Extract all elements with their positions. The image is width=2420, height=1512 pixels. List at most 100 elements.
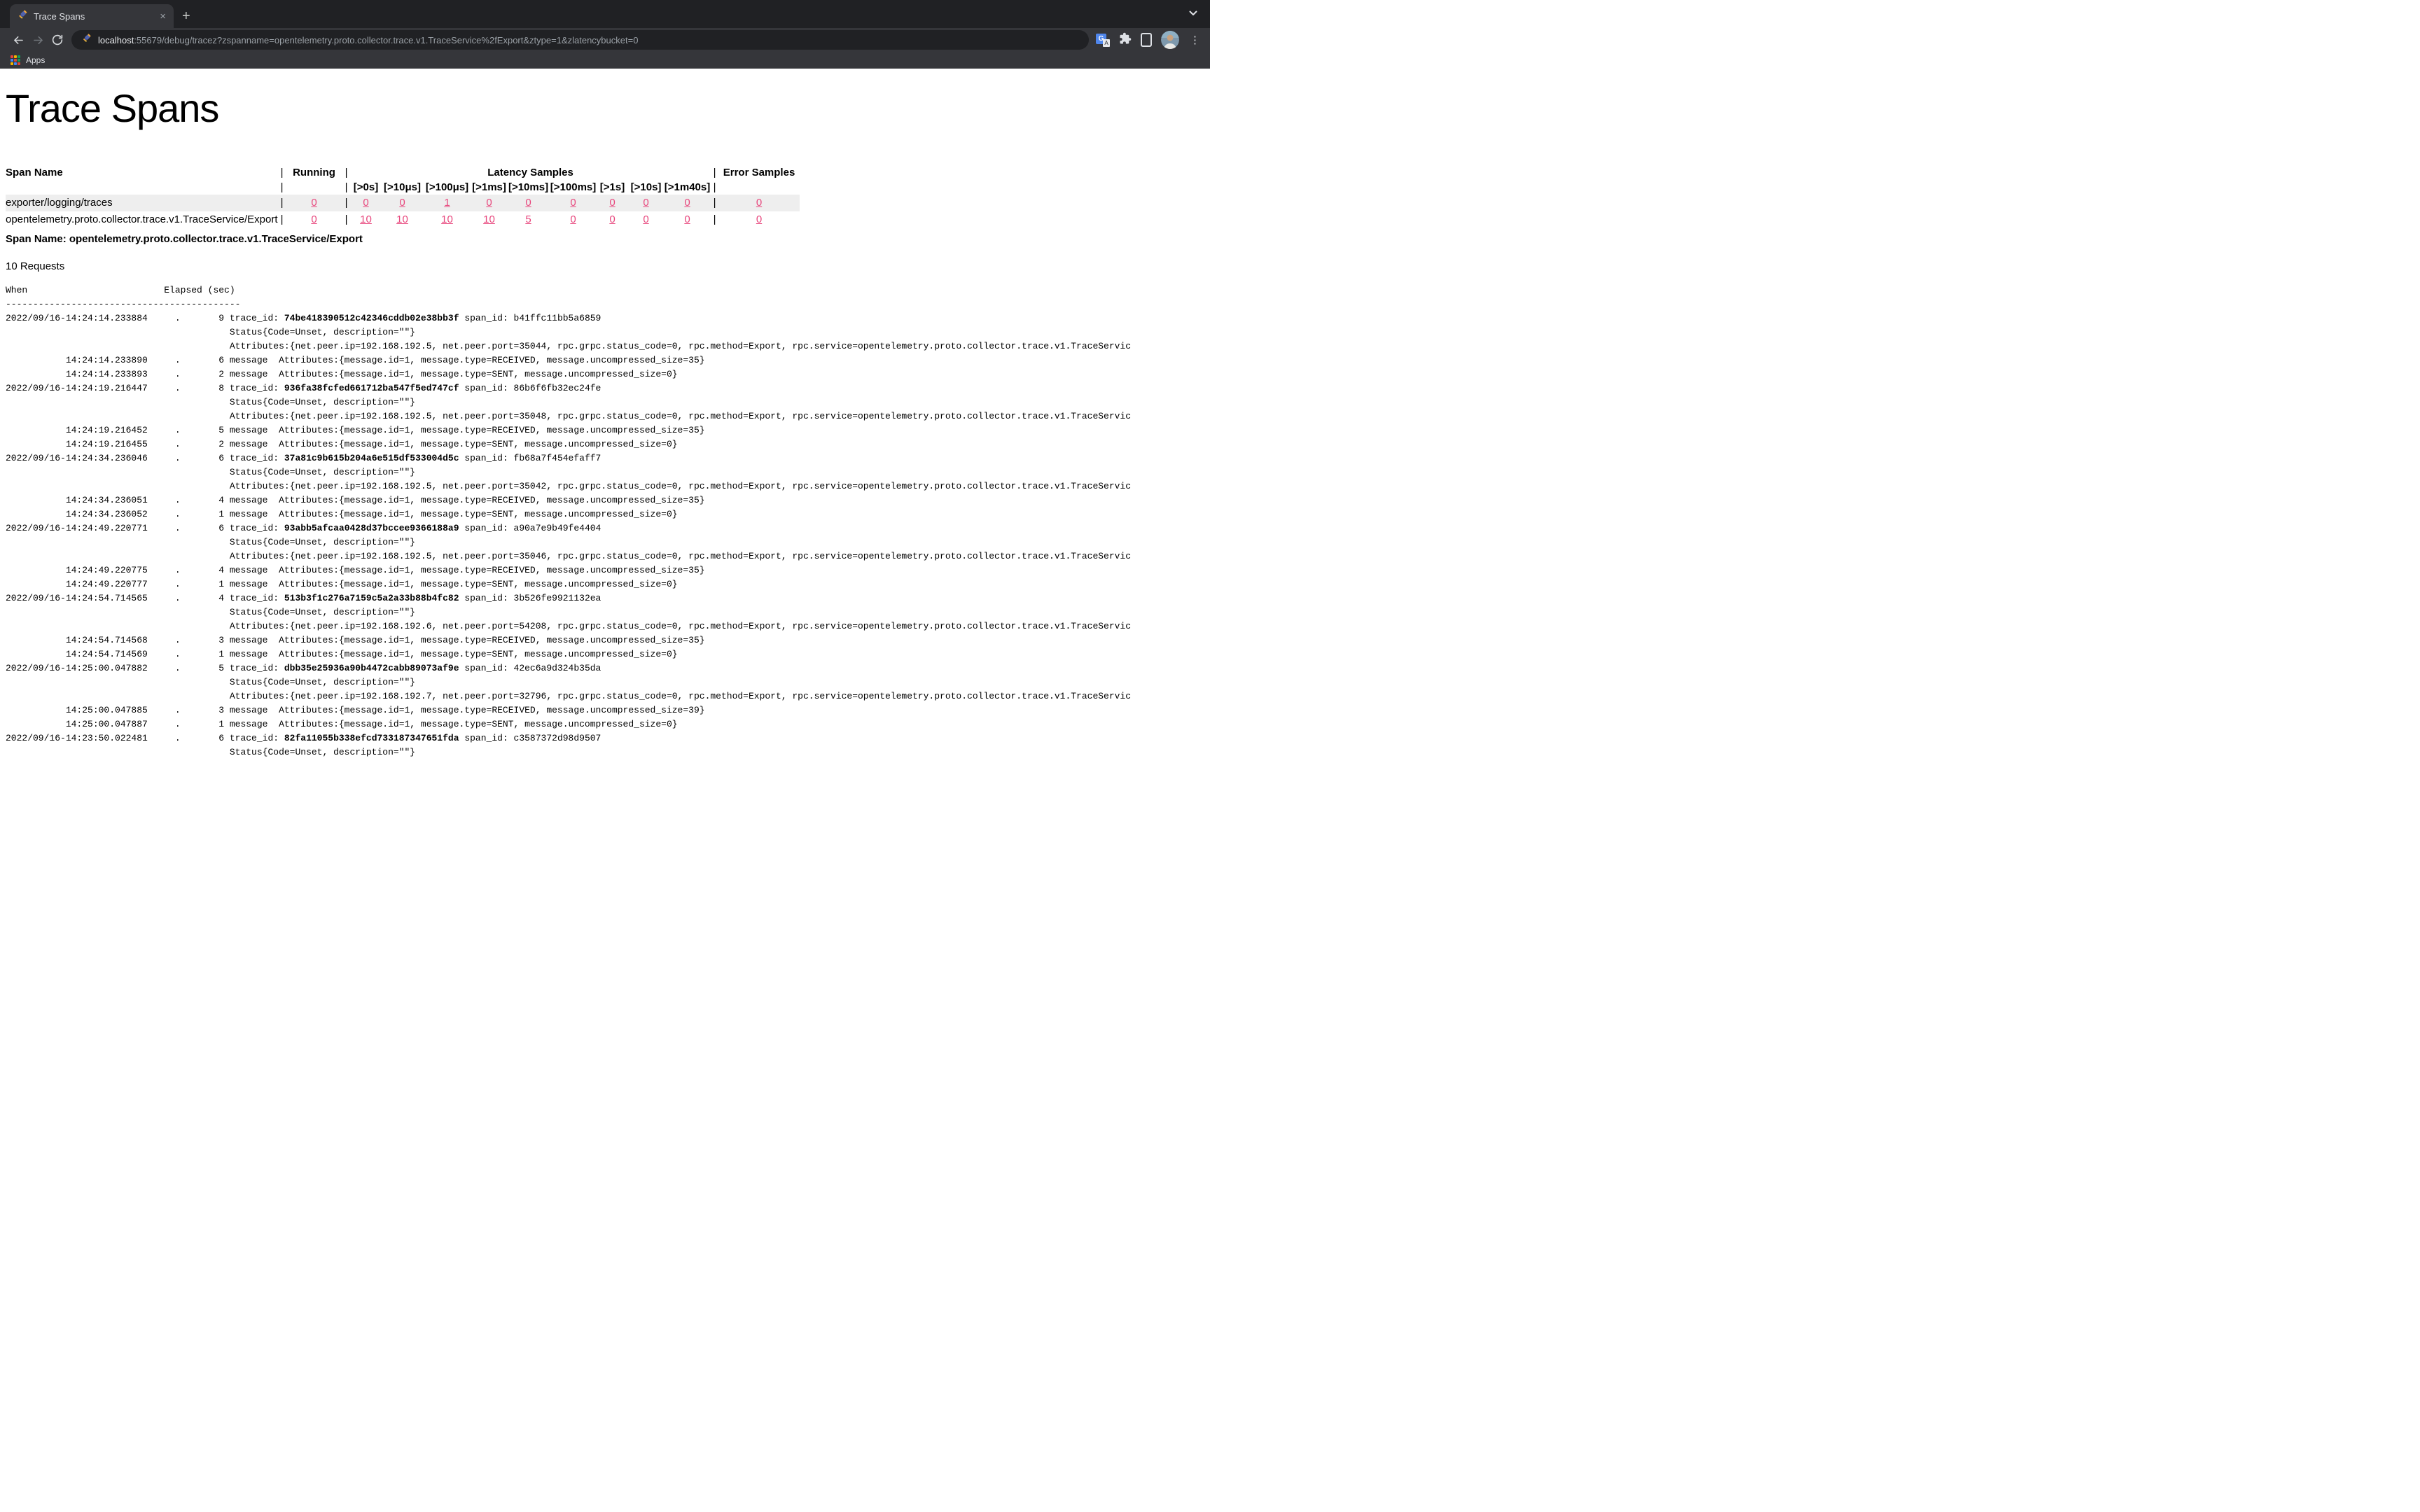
col-span-name: Span Name [6,165,278,181]
sample-count-cell: 0 [597,211,628,228]
tracez-page: Trace Spans Span Name|Running|Latency Sa… [0,87,1210,760]
sample-count-cell: 10 [471,211,508,228]
span-name-cell: opentelemetry.proto.collector.trace.v1.T… [6,211,278,228]
request-count: 10 Requests [6,260,1210,272]
column-divider: | [342,165,351,181]
column-divider: | [342,211,351,228]
sample-count-cell: 0 [508,195,550,211]
span-row: opentelemetry.proto.collector.trace.v1.T… [6,211,800,228]
col-running: Running [286,165,342,181]
new-tab-button[interactable]: + [182,9,190,23]
span-row: exporter/logging/traces|0|001000000|0 [6,195,800,211]
sample-count-cell: 0 [351,195,382,211]
sample-count-link[interactable]: 0 [363,197,368,209]
table-header-row: Span Name|Running|Latency Samples|Error … [6,165,800,181]
selected-span-name: Span Name: opentelemetry.proto.collector… [6,233,1210,245]
sample-count-link[interactable]: 0 [643,214,648,225]
sample-count-link[interactable]: 10 [396,214,408,225]
sample-count-link[interactable]: 10 [483,214,495,225]
profile-avatar[interactable] [1161,31,1179,49]
sample-count-cell: 0 [471,195,508,211]
sample-count-cell: 0 [550,211,597,228]
sample-count-link[interactable]: 0 [311,214,317,225]
sample-count-link[interactable]: 10 [441,214,453,225]
toolbar-actions: G A ⋮ [1096,31,1202,49]
col-error-samples: Error Samples [719,165,800,181]
translate-a-glyph: A [1103,39,1110,47]
extensions-puzzle-icon[interactable] [1119,32,1132,48]
trace-id-value: 37a81c9b615b204a6e515df533004d5c [284,453,459,463]
column-divider: | [711,195,719,211]
sample-count-cell: 0 [382,195,424,211]
translate-extension-icon[interactable]: G A [1096,33,1110,47]
sample-count-cell: 1 [424,195,471,211]
sample-count-link[interactable]: 5 [525,214,531,225]
reload-button[interactable] [48,30,67,50]
sample-count-link[interactable]: 1 [444,197,450,209]
tab-search-chevron-icon[interactable] [1189,7,1197,20]
sample-count-cell: 10 [382,211,424,228]
side-panel-icon[interactable] [1141,33,1152,47]
bookmarks-bar: Apps [0,52,1210,69]
column-divider: | [278,165,286,181]
latency-bucket-label: [>100μs] [424,181,471,195]
col-latency-samples: Latency Samples [351,165,711,181]
sample-count-cell: 0 [719,211,800,228]
column-divider: | [711,165,719,181]
sample-count-link[interactable]: 0 [684,214,690,225]
back-button[interactable] [8,30,28,50]
sample-count-link[interactable]: 0 [486,197,492,209]
column-divider: | [278,195,286,211]
sample-count-cell: 0 [665,195,711,211]
browser-menu-icon[interactable]: ⋮ [1188,35,1202,46]
address-bar[interactable]: localhost:55679/debug/tracez?zspanname=o… [71,30,1089,50]
tab-strip: Trace Spans × + [0,0,1210,28]
browser-toolbar: localhost:55679/debug/tracez?zspanname=o… [0,28,1210,52]
sample-count-cell: 0 [628,211,665,228]
tab-title: Trace Spans [34,11,158,22]
column-divider: | [278,181,286,195]
latency-bucket-label: [>100ms] [550,181,597,195]
sample-count-cell: 0 [719,195,800,211]
site-telescope-icon [81,33,92,47]
apps-bookmark[interactable]: Apps [26,55,45,65]
sample-count-link[interactable]: 0 [609,197,615,209]
sample-count-link[interactable]: 0 [756,197,762,209]
sample-count-link[interactable]: 0 [570,214,576,225]
sample-count-link[interactable]: 0 [399,197,405,209]
latency-bucket-label: [>0s] [351,181,382,195]
sample-count-link[interactable]: 0 [311,197,317,209]
latency-bucket-label: [>1ms] [471,181,508,195]
sample-count-link[interactable]: 0 [643,197,648,209]
sample-count-cell: 0 [628,195,665,211]
sample-count-cell: 5 [508,211,550,228]
sample-count-link[interactable]: 0 [525,197,531,209]
url-text[interactable]: localhost:55679/debug/tracez?zspanname=o… [98,35,638,46]
apps-grid-icon[interactable] [11,55,20,65]
latency-bucket-label: [>10s] [628,181,665,195]
tab-close-icon[interactable]: × [158,11,168,22]
latency-bucket-label: [>10μs] [382,181,424,195]
sample-count-link[interactable]: 10 [360,214,372,225]
column-divider: | [342,195,351,211]
page-title: Trace Spans [6,87,1210,130]
sample-count-cell: 0 [550,195,597,211]
url-path: :55679/debug/tracez?zspanname=openteleme… [134,35,638,46]
sample-count-link[interactable]: 0 [570,197,576,209]
latency-bucket-label: [>1m40s] [665,181,711,195]
empty-cell [286,181,342,195]
forward-button[interactable] [28,30,48,50]
trace-id-value: 93abb5afcaa0428d37bccee9366188a9 [284,523,459,533]
sample-count-cell: 10 [424,211,471,228]
url-host: localhost [98,35,134,46]
browser-tab[interactable]: Trace Spans × [10,4,174,28]
sample-count-link[interactable]: 0 [684,197,690,209]
trace-id-value: 74be418390512c42346cddb02e38bb3f [284,313,459,323]
sample-count-cell: 0 [286,211,342,228]
sample-count-cell: 10 [351,211,382,228]
latency-bucket-label: [>1s] [597,181,628,195]
trace-id-value: 513b3f1c276a7159c5a2a33b88b4fc82 [284,593,459,603]
sample-count-link[interactable]: 0 [756,214,762,225]
trace-samples-text: When Elapsed (sec) ---------------------… [6,284,1210,760]
sample-count-link[interactable]: 0 [609,214,615,225]
